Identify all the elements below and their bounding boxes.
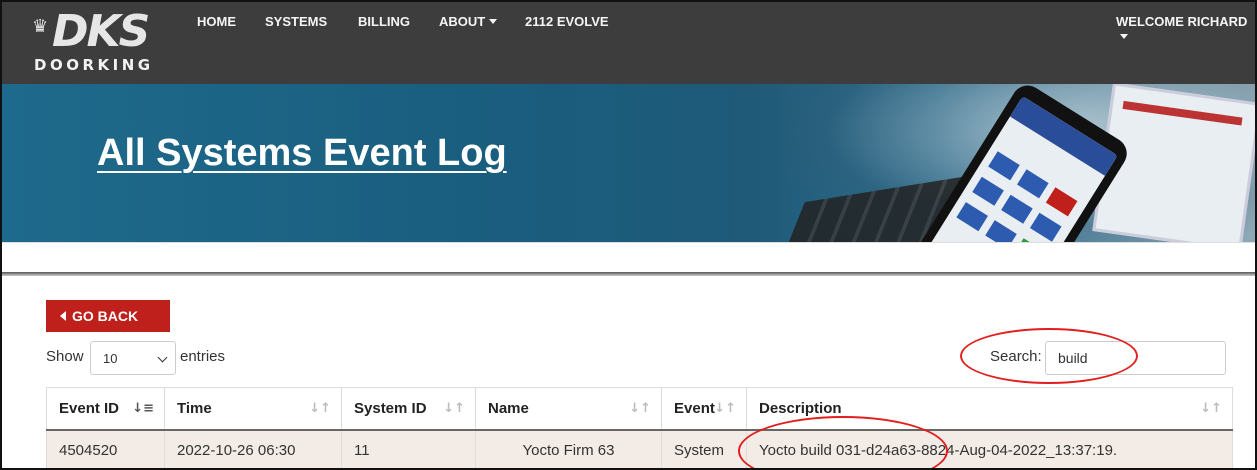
table-row[interactable]: 4504520 2022-10-26 06:30 11 Yocto Firm 6… [46,429,1233,468]
cell-event: System [661,429,747,468]
crown-icon: ♛ [32,16,49,36]
col-header-system-id[interactable]: System ID ↓↑ [341,387,476,431]
sort-icon: ↓↑ [309,401,331,416]
page-title: All Systems Event Log [97,132,507,174]
go-back-label: GO BACK [72,308,139,324]
user-menu-label: WELCOME RICHARD [1116,14,1248,29]
entries-select[interactable]: 10 [90,341,176,375]
col-header-event[interactable]: Event ↓↑ [661,387,747,431]
caret-down-icon [1120,34,1128,39]
sort-icon: ↓↑ [443,401,465,416]
go-back-button[interactable]: GO BACK [46,300,170,332]
sort-icon: ↓↑ [714,401,736,416]
nav-about-label: ABOUT [439,14,486,29]
sort-desc-icon: ↓≡ [132,401,154,416]
nav-2112-evolve[interactable]: 2112 EVOLVE [525,14,609,29]
entries-label: entries [180,348,226,365]
nav-home[interactable]: HOME [197,14,236,29]
sort-icon: ↓↑ [1200,401,1222,416]
annotation-ring-search [960,328,1138,384]
chevron-down-icon [157,352,168,363]
caret-down-icon [489,19,498,24]
cell-event-id: 4504520 [46,429,165,468]
sort-icon: ↓↑ [629,401,651,416]
event-log-table: Event ID ↓≡ Time ↓↑ System ID ↓↑ Name ↓↑ Eve… [46,387,1233,468]
col-header-time[interactable]: Time ↓↑ [164,387,342,431]
section-shadow [2,272,1255,276]
nav-about[interactable]: ABOUT [439,14,498,29]
entries-select-value: 10 [103,351,118,366]
nav-billing[interactable]: BILLING [358,14,410,29]
cell-time: 2022-10-26 06:30 [164,429,342,468]
triangle-left-icon [60,311,66,321]
show-label: Show [46,348,84,365]
cell-name: Yocto Firm 63 [475,429,662,468]
top-navbar: ♛ DKS DOORKING HOME SYSTEMS BILLING ABOU… [2,2,1255,84]
divider [2,242,1255,243]
app-frame: ♛ DKS DOORKING HOME SYSTEMS BILLING ABOU… [0,0,1257,470]
doorking-logo[interactable]: ♛ DKS DOORKING [30,10,180,76]
col-header-event-id[interactable]: Event ID ↓≡ [46,387,165,431]
table-header-row: Event ID ↓≡ Time ↓↑ System ID ↓↑ Name ↓↑ Eve… [46,387,1233,431]
logo-mark: DKS [52,6,150,57]
col-header-name[interactable]: Name ↓↑ [475,387,662,431]
hero-banner: All Systems Event Log [2,84,1255,242]
nav-systems[interactable]: SYSTEMS [265,14,327,29]
cell-system-id: 11 [341,429,476,468]
user-menu[interactable]: WELCOME RICHARD [1116,14,1255,44]
logo-wordmark: DOORKING [34,56,154,74]
